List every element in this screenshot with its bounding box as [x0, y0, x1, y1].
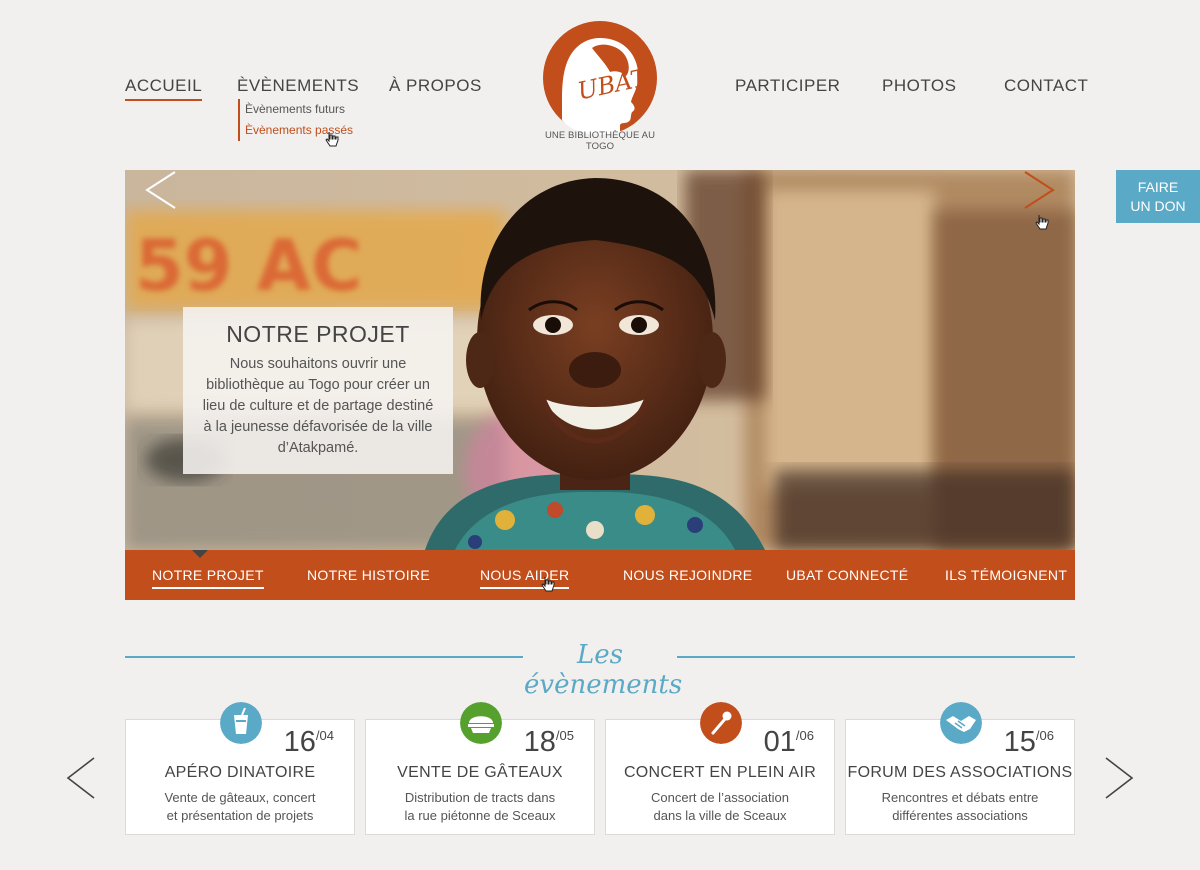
hero-sign-text: 59 AC — [135, 225, 362, 307]
hero-next-arrow-icon[interactable] — [1023, 170, 1055, 210]
event-title: FORUM DES ASSOCIATIONS — [847, 764, 1073, 781]
hero-slider: 59 AC NOTRE PROJET Nous souhaitons ouvri… — [125, 170, 1075, 550]
ubat-logo[interactable]: UBAT — [536, 20, 664, 144]
events-prev-arrow-icon[interactable] — [66, 757, 96, 799]
event-card-apero[interactable]: 16/04 APÉRO DINATOIRE Vente de gâteaux, … — [125, 702, 355, 835]
handshake-icon — [940, 702, 982, 744]
tab-nous-aider[interactable]: NOUS AIDER — [480, 567, 570, 589]
section-divider-right — [677, 656, 1075, 658]
tab-notre-histoire[interactable]: NOTRE HISTOIRE — [307, 567, 430, 587]
hero-tab-bar: NOTRE PROJET NOTRE HISTOIRE NOUS AIDER N… — [125, 550, 1075, 600]
drink-icon — [220, 702, 262, 744]
cake-icon — [460, 702, 502, 744]
donate-line-2: UN DON — [1130, 198, 1186, 214]
nav-photos[interactable]: PHOTOS — [882, 76, 956, 96]
event-date: 15/06 — [1003, 726, 1054, 758]
nav-a-propos[interactable]: À PROPOS — [389, 76, 482, 96]
event-card-gateaux[interactable]: 18/05 VENTE DE GÂTEAUX Distribution de t… — [365, 702, 595, 835]
hand-cursor-icon — [1035, 215, 1049, 230]
events-next-arrow-icon[interactable] — [1104, 757, 1134, 799]
events-section-title: Les évènements — [524, 640, 683, 700]
event-description: Vente de gâteaux, concert et présentation… — [164, 790, 316, 823]
event-card-forum[interactable]: 15/06 FORUM DES ASSOCIATIONS Rencontres … — [845, 702, 1075, 835]
tab-nous-rejoindre[interactable]: NOUS REJOINDRE — [623, 567, 752, 587]
nav-contact[interactable]: CONTACT — [1004, 76, 1088, 96]
hero-caption-text: Nous souhaitons ouvrir une bibliothèque … — [202, 356, 434, 456]
event-date: 01/06 — [763, 726, 814, 758]
submenu-evenements-futurs[interactable]: Èvènements futurs — [245, 99, 353, 120]
tab-ubat-connecte[interactable]: UBAT CONNECTÉ — [786, 567, 908, 587]
microphone-icon — [700, 702, 742, 744]
event-title: CONCERT EN PLEIN AIR — [623, 764, 817, 781]
event-date: 18/05 — [523, 726, 574, 758]
nav-participer[interactable]: PARTICIPER — [735, 76, 840, 96]
donate-line-1: FAIRE — [1137, 179, 1179, 195]
event-title: VENTE DE GÂTEAUX — [397, 764, 563, 781]
nav-evenements[interactable]: ÈVÈNEMENTS — [237, 76, 359, 96]
hand-cursor-icon — [325, 132, 339, 147]
hand-cursor-icon — [541, 577, 555, 592]
event-description: Rencontres et débats entre différentes as… — [881, 790, 1039, 823]
event-description: Concert de l’association dans la ville de… — [650, 790, 790, 823]
event-description: Distribution de tracts dans la rue piéton… — [404, 790, 556, 823]
tab-ils-temoignent[interactable]: ILS TÉMOIGNENT — [945, 567, 1067, 587]
hero-prev-arrow-icon[interactable] — [145, 170, 177, 210]
section-divider-left — [125, 656, 523, 658]
donate-button[interactable]: FAIRE UN DON — [1116, 170, 1200, 223]
logo-caption: UNE BIBLIOTHÈQUE AU TOGO — [544, 130, 656, 152]
event-title: APÉRO DINATOIRE — [164, 764, 316, 781]
nav-accueil[interactable]: ACCUEIL — [125, 76, 203, 101]
event-card-concert[interactable]: 01/06 CONCERT EN PLEIN AIR Concert de l’… — [605, 702, 835, 835]
hero-caption-box: NOTRE PROJET Nous souhaitons ouvrir une … — [183, 307, 453, 474]
event-date: 16/04 — [283, 726, 334, 758]
active-tab-pointer — [192, 550, 208, 558]
tab-notre-projet[interactable]: NOTRE PROJET — [152, 567, 264, 589]
hero-caption-title: NOTRE PROJET — [226, 321, 410, 347]
